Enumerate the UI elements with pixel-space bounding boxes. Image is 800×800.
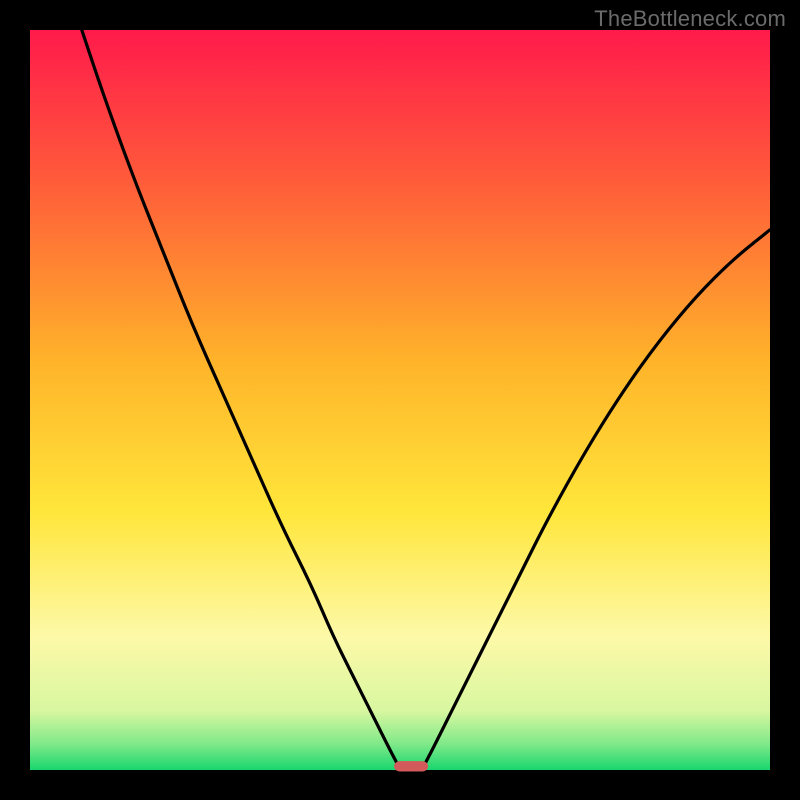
chart-stage: TheBottleneck.com: [0, 0, 800, 800]
bottleneck-marker: [394, 761, 428, 771]
plot-background: [30, 30, 770, 770]
bottleneck-chart: [0, 0, 800, 800]
